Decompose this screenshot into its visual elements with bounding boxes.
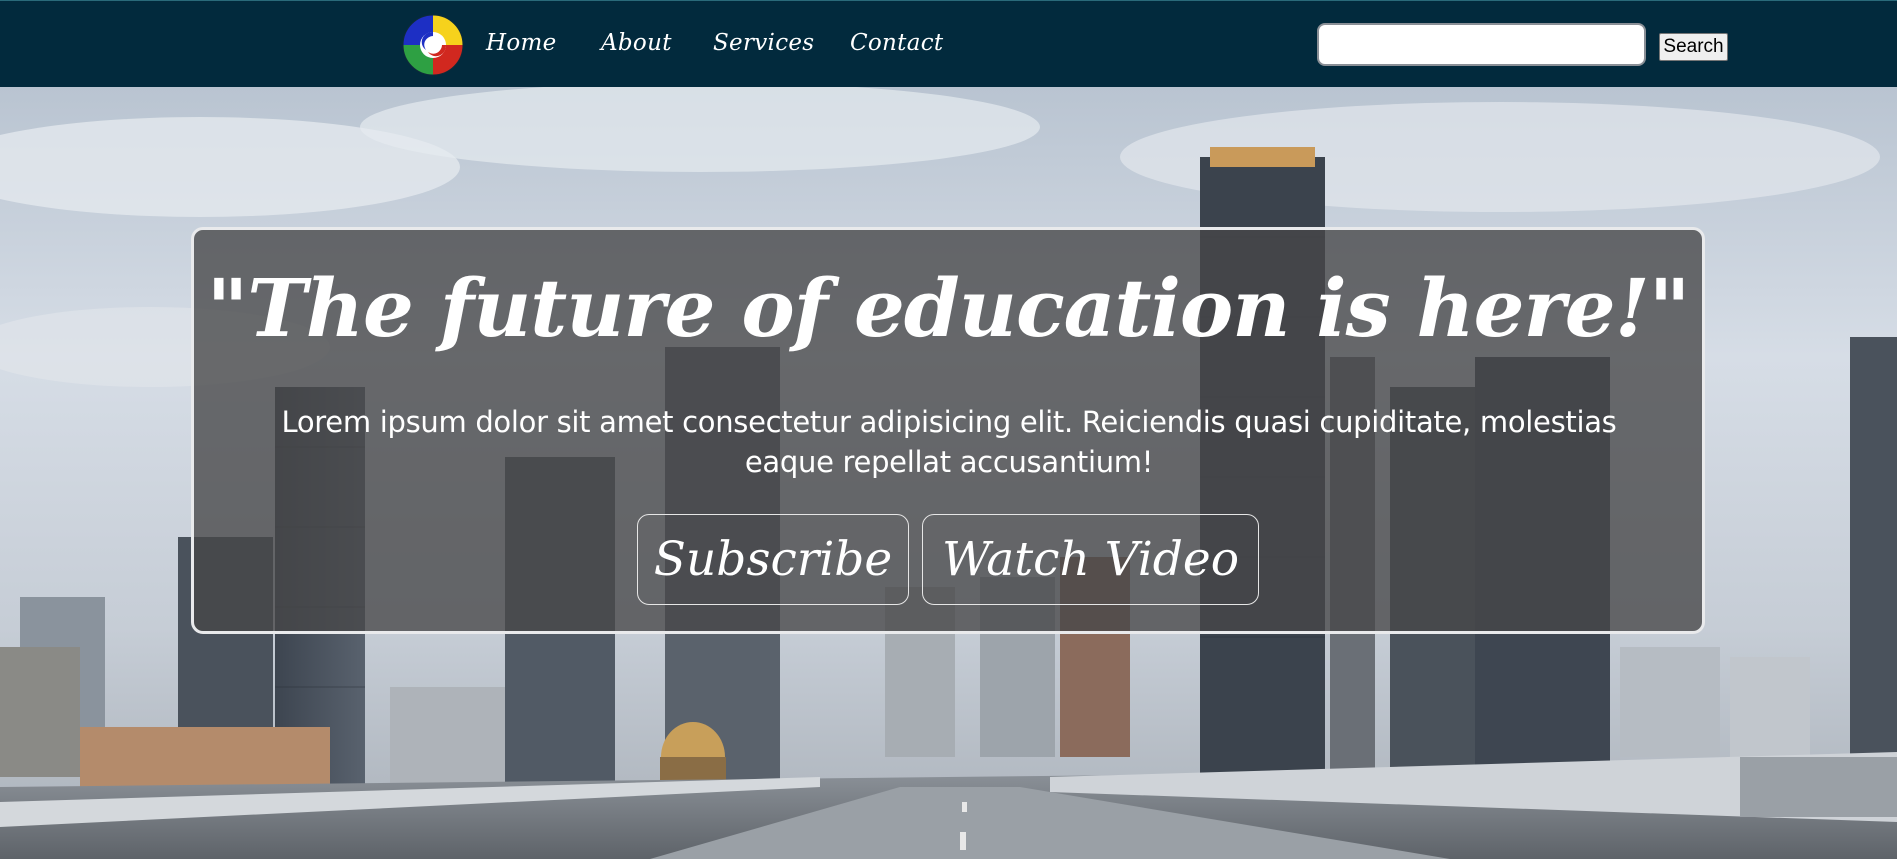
nav-link-about[interactable]: About (601, 30, 672, 56)
hero-card: "The future of education is here!" Lorem… (191, 227, 1705, 634)
nav-link-home[interactable]: Home (486, 30, 557, 56)
search-button[interactable]: Search (1659, 33, 1728, 61)
watch-video-button[interactable]: Watch Video (922, 514, 1259, 605)
hero-section: "The future of education is here!" Lorem… (0, 87, 1897, 859)
hero-lead-text: Lorem ipsum dolor sit amet consectetur a… (281, 405, 1617, 479)
nav-link-contact[interactable]: Contact (850, 30, 943, 56)
nav-link-services[interactable]: Services (713, 30, 814, 56)
subscribe-button[interactable]: Subscribe (637, 514, 909, 605)
logo-icon[interactable] (402, 14, 464, 76)
hero-headline: "The future of education is here!" (206, 261, 1691, 355)
search-input[interactable] (1317, 23, 1646, 66)
top-navbar: Home About Services Contact Search (0, 0, 1897, 87)
